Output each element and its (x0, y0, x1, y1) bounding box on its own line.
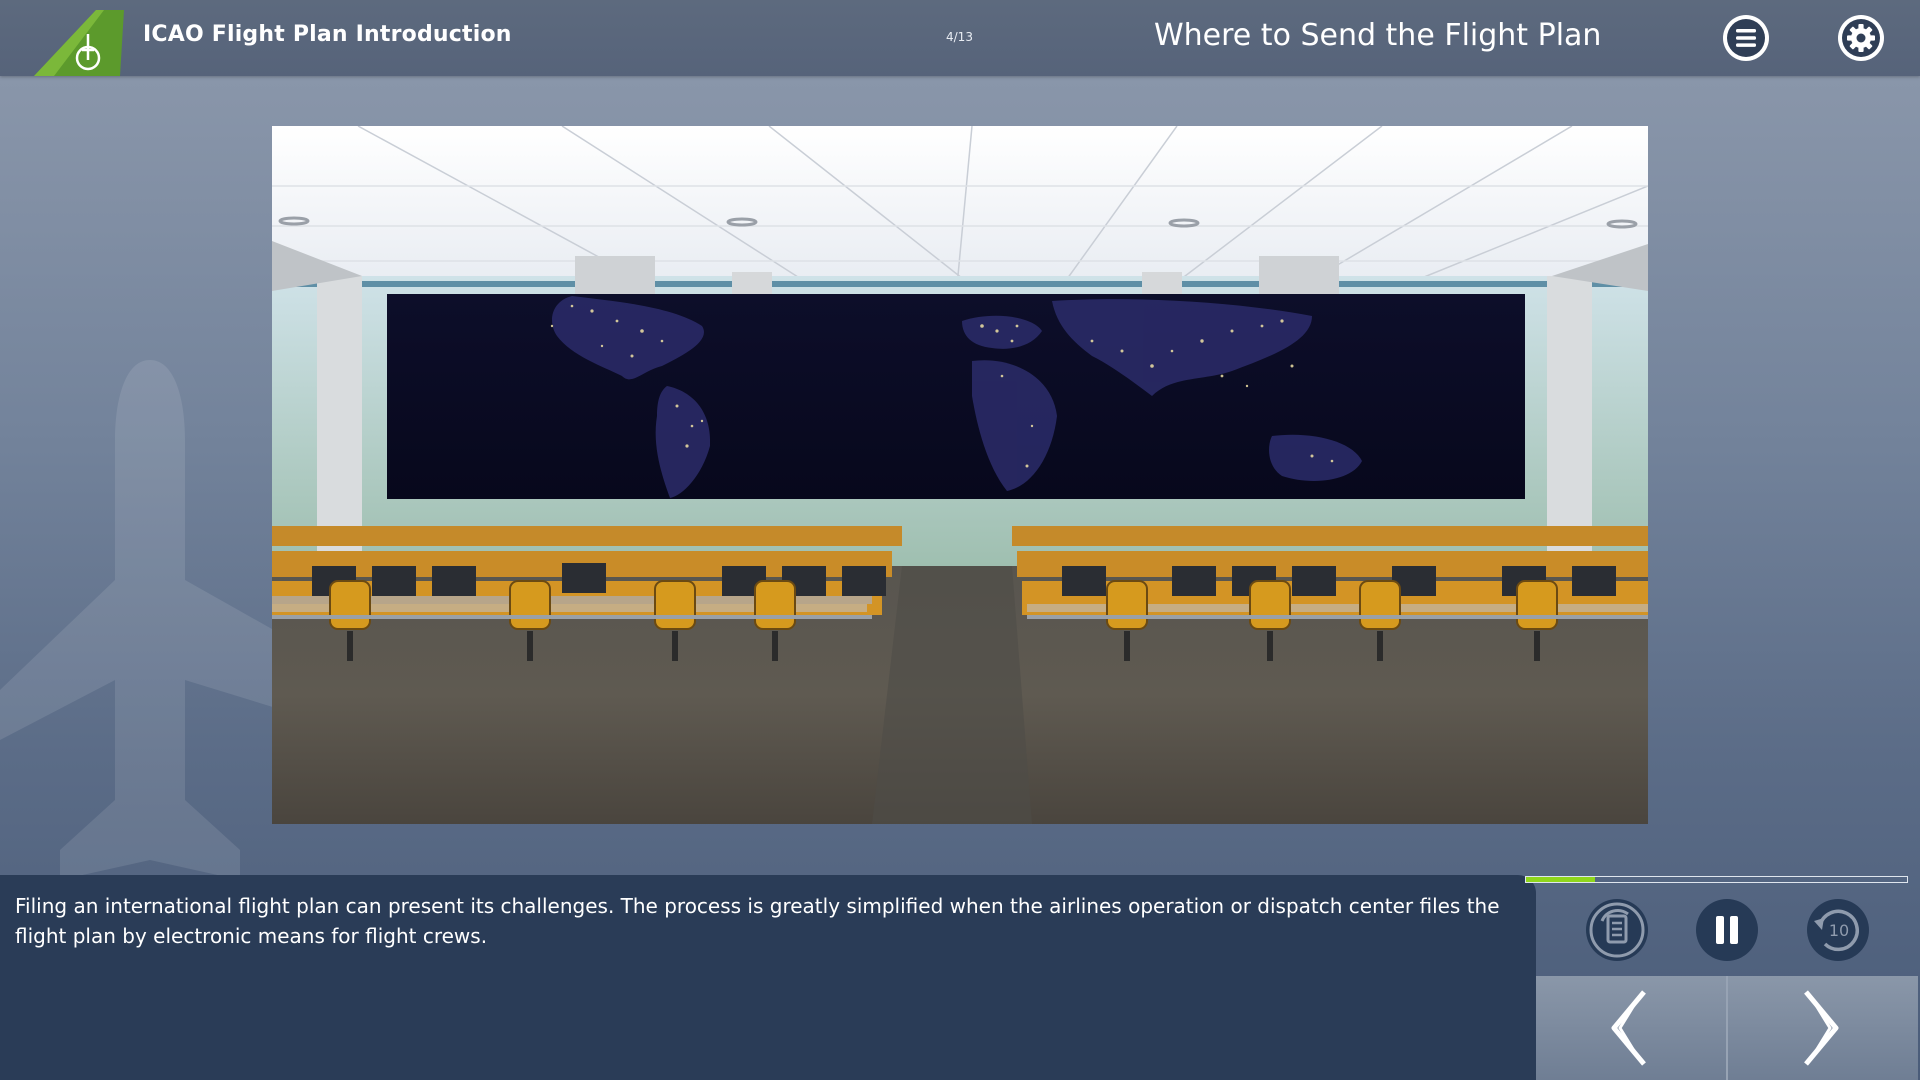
menu-button[interactable] (1723, 15, 1769, 61)
chevron-left-icon (1611, 990, 1646, 1066)
replay-10-button[interactable]: 10 (1807, 899, 1869, 961)
operations-center-image (272, 126, 1648, 824)
gear-icon (1842, 19, 1880, 57)
transcript-button[interactable] (1586, 899, 1648, 961)
page-counter: 4/13 (946, 30, 973, 44)
header-bar: ICAO Flight Plan Introduction 4/13 Where… (0, 0, 1920, 76)
next-slide-button[interactable] (1728, 976, 1918, 1080)
transcript-icon (1589, 902, 1645, 958)
playback-controls: 10 (1536, 884, 1920, 976)
pause-icon (1716, 916, 1738, 944)
replay-10-label: 10 (1829, 921, 1849, 940)
progress-bar-fill (1526, 877, 1595, 882)
menu-icon (1727, 19, 1765, 57)
pause-button[interactable] (1696, 899, 1758, 961)
settings-button[interactable] (1838, 15, 1884, 61)
transcript-panel: Filing an international flight plan can … (0, 875, 1536, 1080)
transcript-text: Filing an international flight plan can … (15, 894, 1500, 948)
chevron-right-icon (1804, 990, 1839, 1066)
slide-title: Where to Send the Flight Plan (1154, 18, 1602, 53)
previous-slide-button[interactable] (1536, 976, 1726, 1080)
airline-tail-logo-icon (34, 10, 124, 76)
progress-bar[interactable] (1525, 876, 1908, 883)
course-title: ICAO Flight Plan Introduction (143, 22, 512, 47)
replay-10-icon: 10 (1814, 909, 1859, 952)
